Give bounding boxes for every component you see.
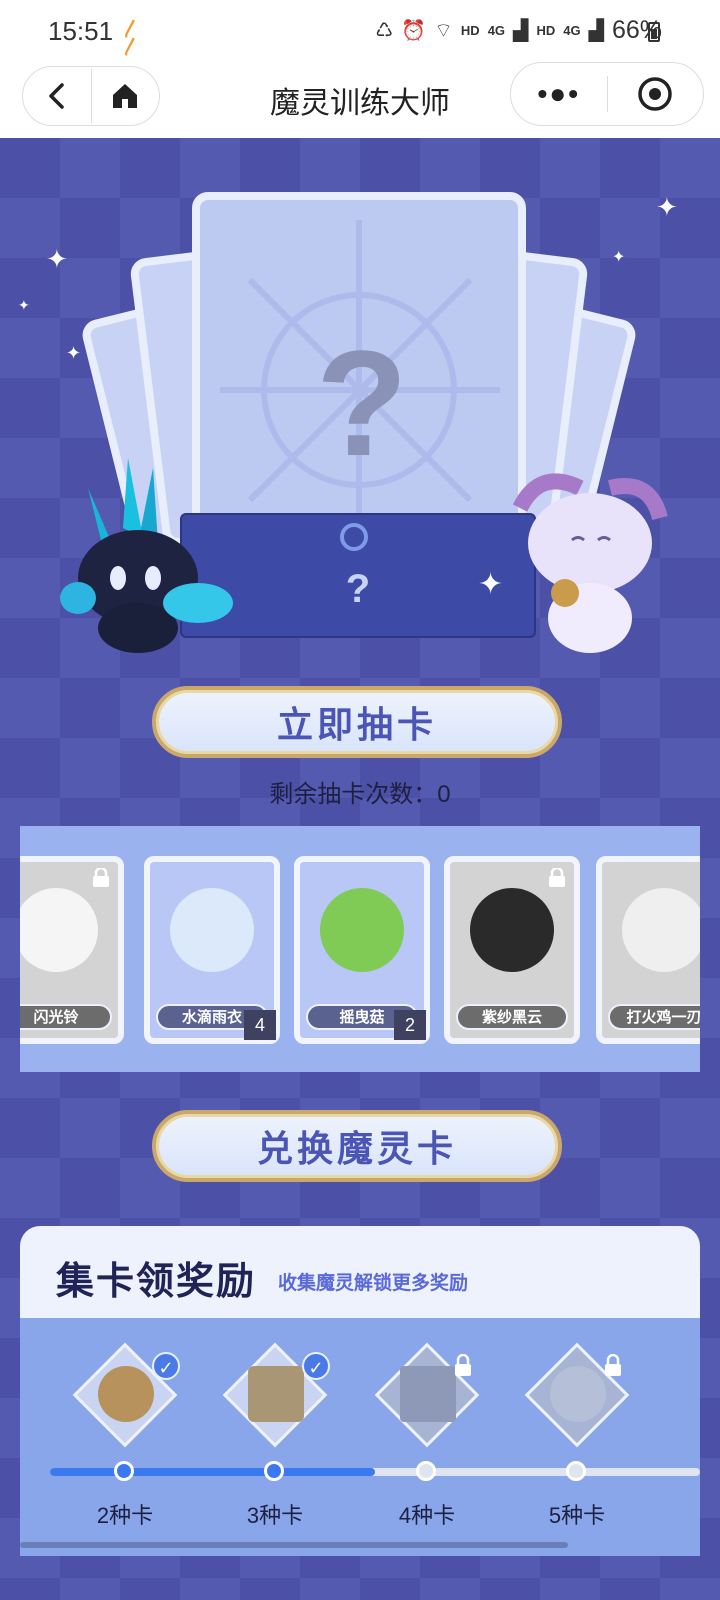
alarm-icon: ⏰ (401, 20, 427, 42)
lock-icon (93, 868, 109, 887)
mystery-mark: ? (316, 319, 408, 487)
collection-card[interactable]: 打火鸡一刃 (596, 856, 700, 1044)
check-icon: ✓ (152, 1352, 180, 1380)
lock-icon (455, 1354, 471, 1376)
reward-item-image (550, 1366, 606, 1422)
network-label: 4G (487, 23, 506, 38)
envelope-knob (340, 523, 368, 551)
exchange-card-button[interactable]: 兑换魔灵卡 (152, 1110, 562, 1182)
reward-item-image (248, 1366, 304, 1422)
sparkle-icon: ✦ (66, 343, 82, 363)
card-name: 闪光铃 (20, 1004, 112, 1030)
app-notification-icon (148, 20, 170, 38)
collection-card[interactable]: 水滴雨衣 4 (144, 856, 280, 1044)
sparkle-icon: ✦ (612, 249, 626, 266)
progress-fill (50, 1468, 375, 1476)
lock-icon (605, 1354, 621, 1376)
progress-node (264, 1461, 284, 1481)
reward-item-image (400, 1366, 456, 1422)
sparkle-icon: ✦ (18, 297, 30, 313)
card-creature-image (20, 888, 98, 972)
tier-label: 3种卡 (246, 1503, 304, 1528)
remaining-draws: 剩余抽卡次数：0 (269, 781, 451, 808)
card-collection-strip[interactable]: 闪光铃 水滴雨衣 4 摇曳菇 2 紫纱黑云 打火鸡一刃 (20, 826, 700, 1072)
recycle-icon: ♺ (375, 20, 394, 42)
card-name: 紫纱黑云 (456, 1004, 568, 1030)
reward-subtitle: 收集魔灵解锁更多奖励 (278, 1273, 469, 1294)
collection-card[interactable]: 紫纱黑云 (444, 856, 580, 1044)
tier-label: 4种卡 (398, 1503, 456, 1528)
collection-reward-panel: 集卡领奖励 收集魔灵解锁更多奖励 ✓ 2种卡 ✓ 3种卡 4种卡 5种卡 (20, 1226, 700, 1556)
sheep-creature-illustration (512, 473, 668, 653)
sparkle-icon: ✦ (656, 192, 678, 222)
capsule-menu: •●• (510, 62, 704, 126)
battery-icon (648, 22, 660, 42)
collection-card[interactable]: 闪光铃 (20, 856, 124, 1044)
tier-label: 2种卡 (96, 1503, 154, 1528)
close-mini-program-button[interactable] (608, 76, 704, 112)
tier-label: 5种卡 (548, 1503, 606, 1528)
collection-card[interactable]: 摇曳菇 2 (294, 856, 430, 1044)
progress-node (114, 1461, 134, 1481)
reward-track[interactable]: ✓ 2种卡 ✓ 3种卡 4种卡 5种卡 (20, 1318, 700, 1556)
status-time: 15:51 (48, 16, 114, 46)
card-creature-image (320, 888, 404, 972)
status-indicators: ♺ ⏰ ⌔ HD 4G ▟ HD 4G ▟ 66% (375, 16, 662, 45)
card-creature-image (470, 888, 554, 972)
card-name: 打火鸡一刃 (608, 1004, 700, 1030)
card-creature-image (622, 888, 700, 972)
check-icon: ✓ (302, 1352, 330, 1380)
target-icon (638, 77, 672, 111)
network-label: 4G (563, 23, 581, 38)
notification-icons: 〳〳 (122, 19, 170, 57)
reward-item-image (98, 1366, 154, 1422)
more-button[interactable]: •●• (511, 78, 607, 110)
progress-node (416, 1461, 436, 1481)
network-label: HD (460, 23, 480, 38)
status-bar: 15:51 〳〳 ♺ ⏰ ⌔ HD 4G ▟ HD 4G ▟ 66% (0, 0, 720, 62)
draw-card-button[interactable]: 立即抽卡 (152, 686, 562, 758)
progress-node (566, 1461, 586, 1481)
reward-header: 集卡领奖励 收集魔灵解锁更多奖励 (20, 1226, 700, 1318)
card-creature-image (170, 888, 254, 972)
card-count: 2 (394, 1010, 426, 1040)
horizontal-scrollbar[interactable] (20, 1542, 568, 1548)
sparkle-icon: ✦ (46, 244, 68, 274)
nav-bar: 魔灵训练大师 •●• (0, 62, 720, 138)
card-count: 4 (244, 1010, 276, 1040)
wifi-icon: ⌔ (434, 20, 453, 42)
signal-icon: ▟ (513, 20, 529, 42)
app-notification-icon: 〳〳 (122, 19, 140, 57)
signal-icon: ▟ (588, 20, 604, 42)
dark-creature-illustration (60, 458, 233, 653)
network-label: HD (536, 23, 556, 38)
lock-icon (549, 868, 565, 887)
reward-title: 集卡领奖励 (56, 1261, 257, 1303)
